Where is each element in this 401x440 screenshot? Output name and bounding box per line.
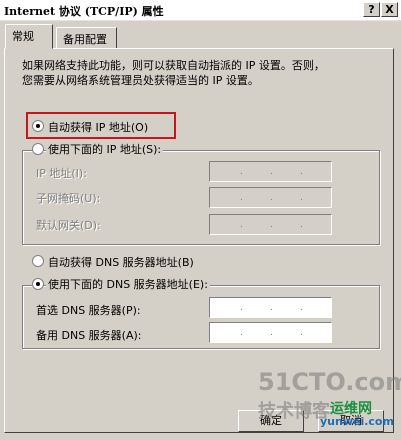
ip-address-label: IP 地址(I): (36, 167, 87, 180)
watermark-site: 51CTO.com (258, 368, 401, 396)
tab-general[interactable]: 常规 (5, 24, 53, 49)
watermark-url: yunwei.com (320, 415, 394, 428)
highlight-box (26, 112, 176, 139)
alternate-dns-field[interactable]: ... (209, 322, 332, 343)
ip-manual-label[interactable]: 使用下面的 IP 地址(S): (46, 141, 164, 157)
dns-auto-radio[interactable] (32, 255, 44, 267)
tab-general-label: 常规 (12, 30, 34, 43)
tab-alternate-config[interactable]: 备用配置 (56, 27, 117, 48)
dns-manual-label[interactable]: 使用下面的 DNS 服务器地址(E): (46, 276, 210, 292)
close-button[interactable]: X (381, 2, 398, 17)
alternate-dns-label: 备用 DNS 服务器(A): (36, 329, 142, 342)
subnet-mask-field[interactable]: ... (209, 187, 332, 208)
subnet-mask-label: 子网掩码(U): (36, 192, 101, 205)
ip-address-field[interactable]: ... (209, 161, 332, 182)
default-gateway-label: 默认网关(D): (36, 219, 101, 232)
dns-manual-radio[interactable] (32, 278, 44, 290)
dns-auto-label[interactable]: 自动获得 DNS 服务器地址(B) (48, 254, 194, 270)
preferred-dns-field[interactable]: ... (209, 297, 332, 318)
intro-text-line2: 您需要从网络系统管理员处获得适当的 IP 设置。 (22, 74, 259, 87)
preferred-dns-label: 首选 DNS 服务器(P): (36, 304, 141, 317)
title-bar: Internet 协议 (TCP/IP) 属性 ? X (0, 0, 401, 21)
default-gateway-field[interactable]: ... (209, 214, 332, 235)
help-button[interactable]: ? (363, 2, 380, 17)
intro-text-line1: 如果网络支持此功能，则可以获取自动指派的 IP 设置。否则， (22, 59, 325, 72)
ip-manual-radio[interactable] (32, 143, 44, 155)
window-title: Internet 协议 (TCP/IP) 属性 (4, 5, 164, 18)
tab-alternate-config-label: 备用配置 (63, 33, 107, 46)
